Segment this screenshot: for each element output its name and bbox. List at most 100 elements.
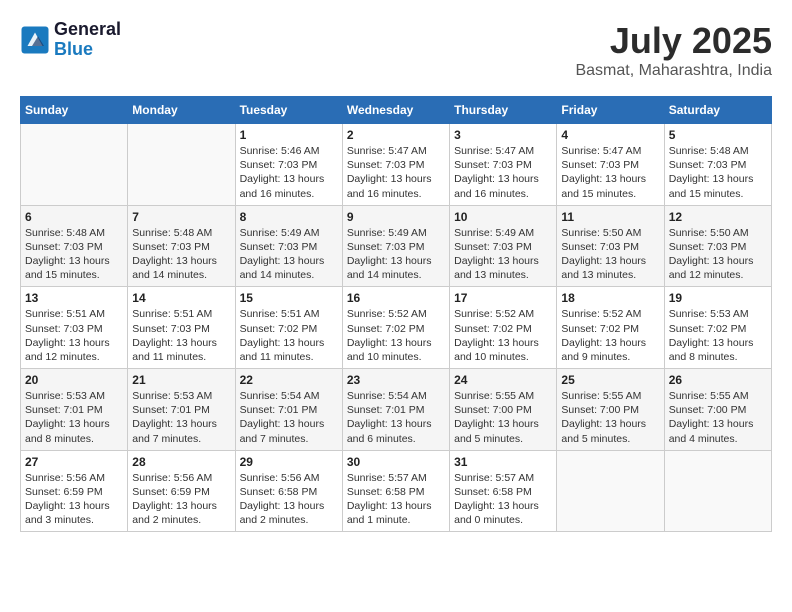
calendar-cell: 19 Sunrise: 5:53 AM Sunset: 7:02 PM Dayli… [664,287,771,369]
calendar-cell: 15 Sunrise: 5:51 AM Sunset: 7:02 PM Dayli… [235,287,342,369]
day-number: 10 [454,210,552,224]
day-info: Sunrise: 5:53 AM Sunset: 7:02 PM Dayligh… [669,307,767,364]
weekday-header-tuesday: Tuesday [235,97,342,124]
calendar-cell: 14 Sunrise: 5:51 AM Sunset: 7:03 PM Dayli… [128,287,235,369]
calendar-cell: 13Sunrise: 5:51 AM Sunset: 7:03 PM Dayli… [21,287,128,369]
calendar-cell: 6 Sunrise: 5:48 AM Sunset: 7:03 PM Daylig… [21,205,128,287]
calendar-cell: 16Sunrise: 5:52 AM Sunset: 7:02 PM Dayli… [342,287,449,369]
weekday-header-monday: Monday [128,97,235,124]
day-number: 25 [561,373,659,387]
day-number: 3 [454,128,552,142]
calendar-cell [128,124,235,206]
calendar-cell: 2 Sunrise: 5:47 AM Sunset: 7:03 PM Daylig… [342,124,449,206]
calendar-table: SundayMondayTuesdayWednesdayThursdayFrid… [20,96,772,532]
day-number: 22 [240,373,338,387]
logo-icon [20,25,50,55]
day-number: 9 [347,210,445,224]
calendar-cell: 26Sunrise: 5:55 AM Sunset: 7:00 PM Dayli… [664,369,771,451]
weekday-header-thursday: Thursday [450,97,557,124]
calendar-week-2: 6 Sunrise: 5:48 AM Sunset: 7:03 PM Daylig… [21,205,772,287]
title-block: July 2025 Basmat, Maharashtra, India [575,20,772,80]
calendar-cell [557,450,664,532]
calendar-week-1: 1 Sunrise: 5:46 AM Sunset: 7:03 PM Daylig… [21,124,772,206]
calendar-cell: 3 Sunrise: 5:47 AM Sunset: 7:03 PM Daylig… [450,124,557,206]
day-number: 21 [132,373,230,387]
calendar-cell: 1 Sunrise: 5:46 AM Sunset: 7:03 PM Daylig… [235,124,342,206]
day-number: 18 [561,291,659,305]
calendar-cell: 25 Sunrise: 5:55 AM Sunset: 7:00 PM Dayli… [557,369,664,451]
weekday-header-sunday: Sunday [21,97,128,124]
day-number: 6 [25,210,123,224]
day-info: Sunrise: 5:54 AM Sunset: 7:01 PM Dayligh… [347,389,445,446]
weekday-row: SundayMondayTuesdayWednesdayThursdayFrid… [21,97,772,124]
day-number: 12 [669,210,767,224]
calendar-cell: 31 Sunrise: 5:57 AM Sunset: 6:58 PM Dayli… [450,450,557,532]
day-number: 20 [25,373,123,387]
day-info: Sunrise: 5:49 AM Sunset: 7:03 PM Dayligh… [347,226,445,283]
day-info: Sunrise: 5:47 AM Sunset: 7:03 PM Dayligh… [454,144,552,201]
day-info: Sunrise: 5:57 AM Sunset: 6:58 PM Dayligh… [454,471,552,528]
calendar-cell: 21 Sunrise: 5:53 AM Sunset: 7:01 PM Dayli… [128,369,235,451]
calendar-cell: 18Sunrise: 5:52 AM Sunset: 7:02 PM Dayli… [557,287,664,369]
day-number: 19 [669,291,767,305]
logo-blue: Blue [54,40,121,60]
day-number: 1 [240,128,338,142]
day-info: Sunrise: 5:55 AM Sunset: 7:00 PM Dayligh… [669,389,767,446]
day-info: Sunrise: 5:56 AM Sunset: 6:59 PM Dayligh… [132,471,230,528]
day-info: Sunrise: 5:50 AM Sunset: 7:03 PM Dayligh… [669,226,767,283]
day-info: Sunrise: 5:51 AM Sunset: 7:03 PM Dayligh… [25,307,123,364]
day-info: Sunrise: 5:48 AM Sunset: 7:03 PM Dayligh… [25,226,123,283]
weekday-header-friday: Friday [557,97,664,124]
day-info: Sunrise: 5:52 AM Sunset: 7:02 PM Dayligh… [454,307,552,364]
day-info: Sunrise: 5:54 AM Sunset: 7:01 PM Dayligh… [240,389,338,446]
day-info: Sunrise: 5:55 AM Sunset: 7:00 PM Dayligh… [561,389,659,446]
day-number: 5 [669,128,767,142]
day-number: 17 [454,291,552,305]
calendar-cell [21,124,128,206]
calendar-cell: 20Sunrise: 5:53 AM Sunset: 7:01 PM Dayli… [21,369,128,451]
day-number: 14 [132,291,230,305]
day-number: 28 [132,455,230,469]
calendar-header: SundayMondayTuesdayWednesdayThursdayFrid… [21,97,772,124]
day-number: 24 [454,373,552,387]
calendar-cell: 27Sunrise: 5:56 AM Sunset: 6:59 PM Dayli… [21,450,128,532]
day-number: 8 [240,210,338,224]
day-number: 2 [347,128,445,142]
calendar-cell: 23 Sunrise: 5:54 AM Sunset: 7:01 PM Dayli… [342,369,449,451]
logo-general: General [54,20,121,40]
day-number: 4 [561,128,659,142]
day-number: 31 [454,455,552,469]
calendar-cell: 8 Sunrise: 5:49 AM Sunset: 7:03 PM Daylig… [235,205,342,287]
calendar-cell: 22 Sunrise: 5:54 AM Sunset: 7:01 PM Dayli… [235,369,342,451]
weekday-header-saturday: Saturday [664,97,771,124]
day-info: Sunrise: 5:55 AM Sunset: 7:00 PM Dayligh… [454,389,552,446]
day-info: Sunrise: 5:56 AM Sunset: 6:59 PM Dayligh… [25,471,123,528]
calendar-cell: 9 Sunrise: 5:49 AM Sunset: 7:03 PM Daylig… [342,205,449,287]
day-info: Sunrise: 5:46 AM Sunset: 7:03 PM Dayligh… [240,144,338,201]
day-number: 23 [347,373,445,387]
day-info: Sunrise: 5:48 AM Sunset: 7:03 PM Dayligh… [132,226,230,283]
day-info: Sunrise: 5:50 AM Sunset: 7:03 PM Dayligh… [561,226,659,283]
day-info: Sunrise: 5:52 AM Sunset: 7:02 PM Dayligh… [347,307,445,364]
day-info: Sunrise: 5:57 AM Sunset: 6:58 PM Dayligh… [347,471,445,528]
day-info: Sunrise: 5:47 AM Sunset: 7:03 PM Dayligh… [347,144,445,201]
calendar-subtitle: Basmat, Maharashtra, India [575,62,772,80]
day-number: 11 [561,210,659,224]
day-number: 30 [347,455,445,469]
logo: General Blue [20,20,121,60]
calendar-cell: 17 Sunrise: 5:52 AM Sunset: 7:02 PM Dayli… [450,287,557,369]
calendar-title: July 2025 [575,20,772,62]
page-header: General Blue July 2025 Basmat, Maharasht… [20,20,772,80]
day-info: Sunrise: 5:53 AM Sunset: 7:01 PM Dayligh… [132,389,230,446]
day-info: Sunrise: 5:51 AM Sunset: 7:02 PM Dayligh… [240,307,338,364]
calendar-cell [664,450,771,532]
day-number: 15 [240,291,338,305]
day-info: Sunrise: 5:49 AM Sunset: 7:03 PM Dayligh… [454,226,552,283]
calendar-body: 1 Sunrise: 5:46 AM Sunset: 7:03 PM Daylig… [21,124,772,532]
day-info: Sunrise: 5:49 AM Sunset: 7:03 PM Dayligh… [240,226,338,283]
calendar-cell: 30 Sunrise: 5:57 AM Sunset: 6:58 PM Dayli… [342,450,449,532]
calendar-week-4: 20 Sunrise: 5:53 AM Sunset: 7:01 PM Dayli… [21,369,772,451]
day-info: Sunrise: 5:51 AM Sunset: 7:03 PM Dayligh… [132,307,230,364]
calendar-cell: 5Sunrise: 5:48 AM Sunset: 7:03 PM Daylig… [664,124,771,206]
weekday-header-wednesday: Wednesday [342,97,449,124]
